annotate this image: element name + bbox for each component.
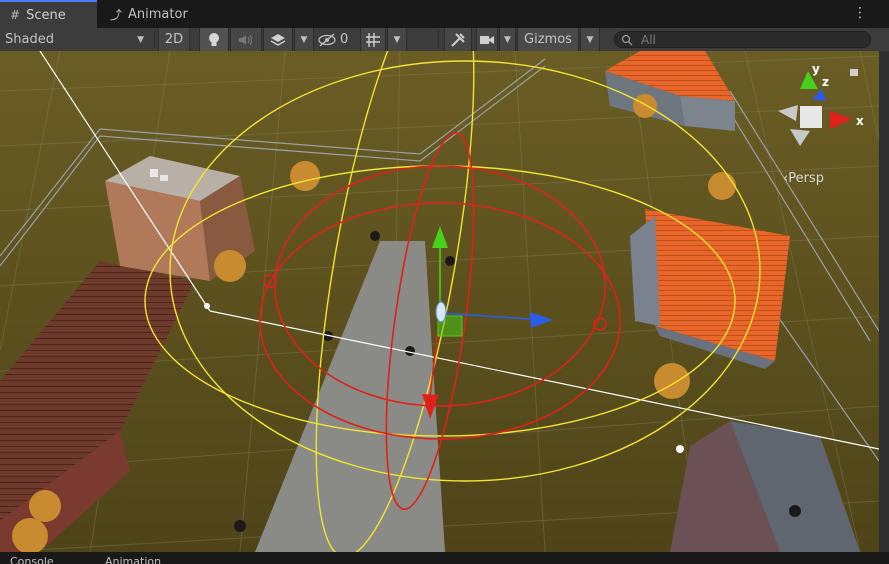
draw-mode-label: Shaded: [5, 32, 54, 47]
animator-icon: ⤴: [110, 7, 123, 22]
lock-icon[interactable]: [850, 69, 858, 76]
chevron-down-icon: ▼: [504, 34, 511, 45]
scene-toolbar: Shaded ▼ 2D ▼ 0 ▼ ▼ Gizmos ▼ All: [0, 28, 889, 52]
hidden-count: 0: [340, 32, 349, 47]
camera-dropdown-button[interactable]: ▼: [499, 28, 516, 51]
chevron-down-icon: ▼: [586, 34, 594, 45]
chevron-down-icon: ▼: [137, 34, 144, 45]
chevron-down-icon: ▼: [393, 34, 401, 45]
tools-button[interactable]: [444, 28, 472, 51]
toolbar-divider: [438, 31, 439, 48]
light-source-icon: [435, 301, 447, 323]
scene-viewport[interactable]: y z x ‹Persp: [0, 51, 879, 552]
scene-render[interactable]: y z x: [0, 51, 879, 552]
tab-animator[interactable]: ⤴ Animator: [100, 0, 200, 28]
projection-label: Persp: [788, 171, 824, 186]
draw-mode-dropdown[interactable]: Shaded ▼: [5, 28, 150, 51]
speaker-icon: [239, 34, 253, 45]
animation-tab-label: Animation: [105, 554, 162, 564]
gizmos-dropdown-button[interactable]: ▼: [580, 28, 600, 51]
gizmo-y-label: y: [812, 62, 820, 76]
tab-scene-label: Scene: [26, 7, 66, 23]
search-field[interactable]: [614, 31, 871, 48]
console-tab-label: Console: [10, 554, 54, 564]
2d-toggle-button[interactable]: 2D: [158, 28, 190, 51]
chevron-down-icon: ▼: [300, 34, 308, 45]
hidden-eye-icon: [318, 32, 336, 47]
tools-icon: [451, 32, 465, 47]
gizmo-z-label: z: [822, 75, 829, 89]
vertical-scrollbar[interactable]: [879, 51, 889, 552]
light-bulb-icon: [209, 32, 219, 46]
search-input[interactable]: [639, 31, 863, 48]
tab-scene[interactable]: # Scene: [0, 0, 97, 28]
search-icon: [621, 34, 633, 45]
scene-visibility-toggle[interactable]: 0: [318, 28, 356, 51]
effects-dropdown-button[interactable]: ▼: [294, 28, 314, 51]
lighting-toggle-button[interactable]: [199, 28, 229, 51]
gizmos-button[interactable]: Gizmos: [517, 28, 579, 51]
bottom-tab-bar: Console Animation: [0, 552, 889, 564]
grid-dropdown-button[interactable]: ▼: [387, 28, 407, 51]
projection-toggle[interactable]: ‹Persp: [783, 171, 824, 186]
camera-settings-button[interactable]: [476, 28, 498, 51]
more-options-icon[interactable]: ⋮: [853, 5, 867, 21]
2d-label: 2D: [164, 32, 184, 47]
camera-icon: [480, 35, 494, 44]
light-origin-icon: [204, 303, 210, 309]
effects-toggle-button[interactable]: [263, 28, 293, 51]
audio-toggle-button[interactable]: [230, 28, 262, 51]
tab-animator-label: Animator: [128, 6, 188, 22]
grid-icon: #: [10, 8, 21, 22]
gizmo-center-cube[interactable]: [800, 106, 822, 128]
toolbar-divider: [154, 31, 155, 48]
gizmos-label: Gizmos: [524, 32, 572, 47]
tab-animation[interactable]: Animation: [105, 555, 161, 564]
tab-bar: # Scene ⤴ Animator ⋮: [0, 0, 889, 28]
layers-effects-icon: [270, 33, 286, 46]
grid-toggle-button[interactable]: [360, 28, 386, 51]
grid-snap-icon: [366, 32, 380, 47]
gizmo-x-label: x: [856, 114, 864, 128]
tab-console[interactable]: Console: [10, 555, 54, 564]
light-gizmo-icon: [676, 445, 684, 453]
